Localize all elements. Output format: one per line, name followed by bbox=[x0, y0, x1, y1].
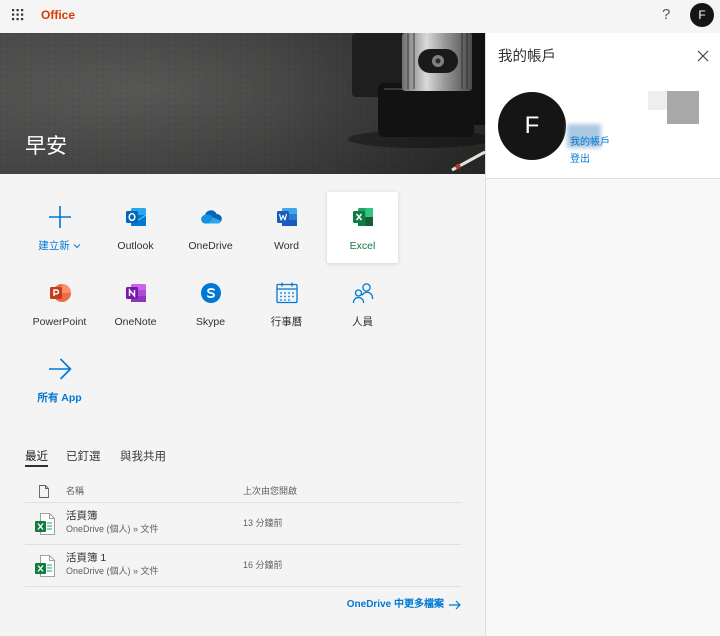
tab-recent[interactable]: 最近 bbox=[25, 450, 48, 467]
main-content: 建立新 Outlook OneDrive Word Excel PowerPoi… bbox=[0, 174, 485, 636]
arrow-right-icon bbox=[449, 600, 461, 610]
app-outlook[interactable]: Outlook bbox=[100, 192, 171, 263]
app-label-word: Word bbox=[274, 240, 299, 252]
sign-out-link[interactable]: 登出 bbox=[570, 154, 590, 166]
close-panel-button[interactable] bbox=[697, 49, 709, 62]
tab-shared-with-me[interactable]: 與我共用 bbox=[120, 450, 166, 467]
app-label-onenote: OneNote bbox=[114, 316, 157, 328]
my-account-link[interactable]: 我的帳戶 bbox=[570, 137, 610, 149]
chevron-down-icon bbox=[73, 244, 81, 249]
excel-file-icon bbox=[35, 513, 55, 535]
app-label-excel: Excel bbox=[349, 240, 376, 252]
office-brand-link[interactable]: Office bbox=[41, 8, 75, 23]
app-calendar[interactable]: 行事曆 bbox=[251, 268, 322, 339]
app-label-outlook: Outlook bbox=[117, 240, 154, 252]
column-header-last-opened[interactable]: 上次由您開啟 bbox=[243, 485, 297, 497]
onenote-icon bbox=[124, 281, 148, 305]
file-name[interactable]: 活頁簿 bbox=[66, 510, 98, 523]
app-onenote[interactable]: OneNote bbox=[100, 268, 171, 339]
file-name[interactable]: 活頁簿 1 bbox=[66, 552, 106, 565]
app-label-people: 人員 bbox=[352, 316, 373, 328]
greeting: 早安 bbox=[25, 135, 67, 158]
file-type-icon bbox=[39, 485, 49, 498]
file-location: OneDrive (個人) » 文件 bbox=[66, 566, 159, 576]
powerpoint-icon bbox=[48, 281, 72, 305]
arrow-right-icon bbox=[48, 357, 72, 381]
top-bar: Office ? F bbox=[0, 0, 720, 33]
app-label-create-new: 建立新 bbox=[18, 239, 101, 253]
account-panel: 我的帳戶 F 我的帳戶 登出 bbox=[485, 33, 720, 636]
plus-icon bbox=[48, 205, 72, 229]
app-onedrive[interactable]: OneDrive bbox=[175, 192, 246, 263]
file-location: OneDrive (個人) » 文件 bbox=[66, 524, 159, 534]
account-panel-title: 我的帳戶 bbox=[498, 49, 556, 65]
column-header-name[interactable]: 名稱 bbox=[66, 485, 84, 497]
file-row[interactable]: 活頁簿 1 OneDrive (個人) » 文件 16 分鐘前 bbox=[25, 545, 461, 587]
file-table-header: 名稱 上次由您開啟 bbox=[25, 480, 461, 503]
app-word[interactable]: Word bbox=[251, 192, 322, 263]
skype-icon bbox=[199, 281, 223, 305]
app-excel[interactable]: Excel bbox=[327, 192, 398, 263]
tab-pinned[interactable]: 已釘選 bbox=[66, 450, 101, 467]
file-last-opened: 16 分鐘前 bbox=[243, 560, 283, 570]
app-label-powerpoint: PowerPoint bbox=[32, 316, 87, 328]
app-label-calendar: 行事曆 bbox=[270, 316, 303, 328]
all-apps-link[interactable]: 所有 App bbox=[24, 344, 95, 415]
hero-image bbox=[0, 33, 485, 174]
app-people[interactable]: 人員 bbox=[327, 268, 398, 339]
word-icon bbox=[275, 205, 299, 229]
onedrive-icon bbox=[199, 205, 223, 229]
file-last-opened: 13 分鐘前 bbox=[243, 518, 283, 528]
app-label-skype: Skype bbox=[195, 316, 226, 328]
more-in-onedrive-text: OneDrive 中更多檔案 bbox=[346, 599, 444, 610]
app-label-all-apps: 所有 App bbox=[37, 392, 82, 404]
app-powerpoint[interactable]: PowerPoint bbox=[24, 268, 95, 339]
help-button[interactable]: ? bbox=[662, 6, 670, 24]
calendar-icon bbox=[275, 281, 299, 305]
app-label-onedrive: OneDrive bbox=[188, 240, 233, 252]
app-create-new[interactable]: 建立新 bbox=[24, 192, 95, 263]
redacted-block bbox=[648, 91, 667, 110]
excel-icon bbox=[351, 205, 375, 229]
account-avatar: F bbox=[498, 92, 566, 160]
account-avatar-button[interactable]: F bbox=[690, 3, 714, 27]
outlook-icon bbox=[124, 205, 148, 229]
hero-banner: 早安 bbox=[0, 33, 485, 174]
app-skype[interactable]: Skype bbox=[175, 268, 246, 339]
close-icon bbox=[697, 50, 709, 62]
file-row[interactable]: 活頁簿 OneDrive (個人) » 文件 13 分鐘前 bbox=[25, 503, 461, 545]
redacted-block bbox=[667, 91, 699, 124]
excel-file-icon bbox=[35, 555, 55, 577]
people-icon bbox=[351, 281, 375, 305]
create-new-text: 建立新 bbox=[38, 240, 70, 252]
more-in-onedrive-link[interactable]: OneDrive 中更多檔案 bbox=[347, 598, 461, 612]
waffle-icon[interactable] bbox=[10, 7, 26, 23]
